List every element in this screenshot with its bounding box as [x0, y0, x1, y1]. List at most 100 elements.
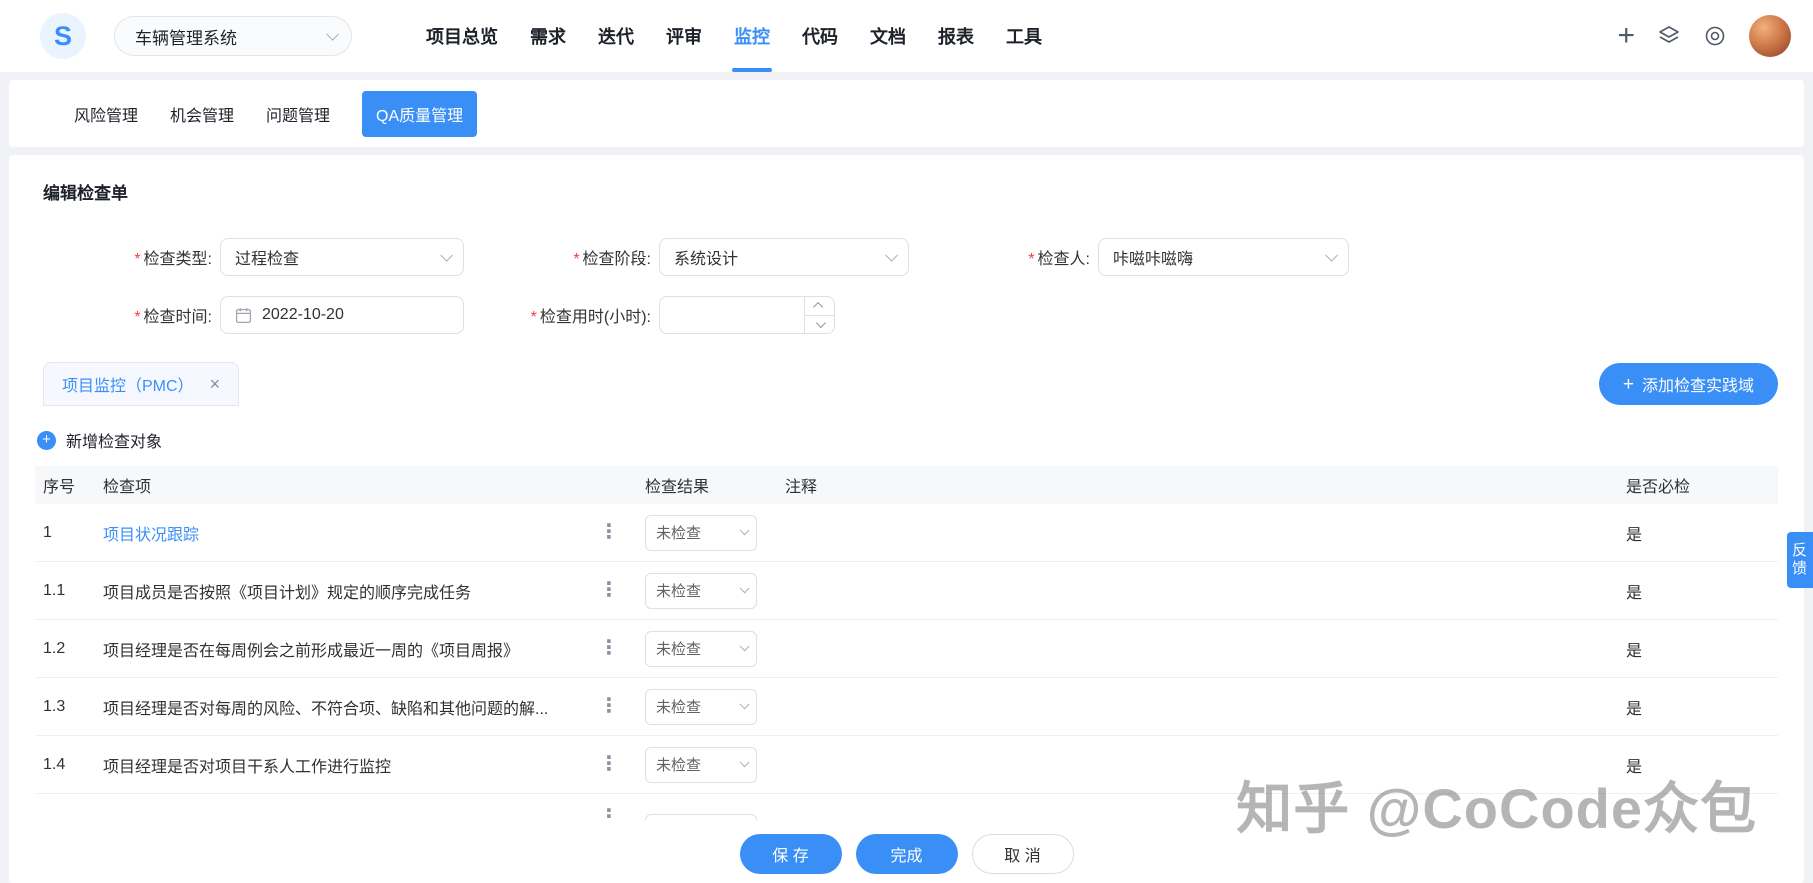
- user-avatar[interactable]: [1749, 15, 1791, 57]
- top-bar: S 车辆管理系统 项目总览 需求 迭代 评审 监控 代码 文档 报表 工具 +: [0, 0, 1813, 72]
- result-select[interactable]: [645, 814, 757, 820]
- chevron-down-icon: [739, 525, 750, 536]
- chevron-up-icon: [813, 302, 824, 313]
- tab-risk-management[interactable]: 风险管理: [74, 102, 138, 126]
- project-selector-value: 车辆管理系统: [135, 28, 237, 48]
- result-select[interactable]: 未检查: [645, 746, 757, 783]
- kebab-menu-icon[interactable]: ⋮: [599, 638, 619, 659]
- project-selector[interactable]: 车辆管理系统: [114, 16, 352, 56]
- number-spinner: [804, 297, 834, 333]
- result-select[interactable]: 未检查: [645, 514, 757, 551]
- table-row: 1 项目状况跟踪 ⋮ 未检查 是: [35, 504, 1778, 562]
- spinner-down-button[interactable]: [805, 316, 834, 334]
- required-cell: 是: [1626, 700, 1643, 718]
- result-select[interactable]: 未检查: [645, 572, 757, 609]
- form-row-2: * 检查时间: 2022-10-20 * 检查用时(小时):: [35, 296, 1778, 334]
- check-hours-input[interactable]: [660, 297, 800, 333]
- nav-item-code[interactable]: 代码: [786, 0, 854, 72]
- add-check-object-link[interactable]: + 新增检查对象: [37, 428, 162, 452]
- add-practice-area-button[interactable]: + 添加检查实践域: [1598, 363, 1778, 405]
- add-check-object-label: 新增检查对象: [66, 434, 163, 451]
- plus-circle-icon: +: [37, 430, 56, 450]
- check-item-link[interactable]: 项目状况跟踪: [95, 521, 595, 545]
- chevron-down-icon: [739, 757, 750, 768]
- nav-item-review[interactable]: 评审: [650, 0, 718, 72]
- tab-issue-management[interactable]: 问题管理: [266, 102, 330, 126]
- nav-item-monitoring[interactable]: 监控: [718, 0, 786, 72]
- kebab-menu-icon[interactable]: ⋮: [599, 696, 619, 717]
- kebab-menu-icon[interactable]: ⋮: [599, 522, 619, 543]
- table-row: 1.1 项目成员是否按照《项目计划》规定的顺序完成任务 ⋮ 未检查 是: [35, 562, 1778, 620]
- table-row: 1.3 项目经理是否对每周的风险、不符合项、缺陷和其他问题的解... ⋮ 未检查…: [35, 678, 1778, 736]
- nav-item-project-overview[interactable]: 项目总览: [410, 0, 514, 72]
- chevron-down-icon: [739, 583, 750, 594]
- cancel-button[interactable]: 取 消: [971, 834, 1074, 874]
- layers-icon[interactable]: [1657, 24, 1681, 48]
- required-asterisk: *: [530, 309, 537, 326]
- main-nav: 项目总览 需求 迭代 评审 监控 代码 文档 报表 工具: [410, 0, 1058, 72]
- required-asterisk: *: [134, 309, 141, 326]
- monitoring-subnav: 风险管理 机会管理 问题管理 QA质量管理: [9, 80, 1804, 147]
- row-number: 1.2: [43, 639, 66, 657]
- chevron-down-icon: [885, 248, 898, 262]
- feedback-tab[interactable]: 反馈: [1787, 532, 1813, 588]
- result-select[interactable]: 未检查: [645, 688, 757, 725]
- chevron-down-icon: [739, 699, 750, 710]
- calendar-icon: [235, 307, 252, 323]
- row-number: 1.3: [43, 697, 66, 715]
- complete-button[interactable]: 完成: [855, 834, 958, 874]
- checker-select[interactable]: 咔嗞咔嗞嗨: [1098, 238, 1349, 276]
- row-number: 1.4: [43, 755, 66, 773]
- app-logo[interactable]: S: [40, 13, 86, 59]
- check-type-label: * 检查类型:: [134, 251, 212, 268]
- row-number: 1.1: [43, 581, 66, 599]
- table-row: 1.2 项目经理是否在每周例会之前形成最近一周的《项目周报》 ⋮ 未检查 是: [35, 620, 1778, 678]
- check-date-value: 2022-10-20: [262, 306, 344, 323]
- check-stage-select[interactable]: 系统设计: [659, 238, 909, 276]
- col-header-note: 注释: [785, 479, 818, 496]
- tab-project-monitoring-pmc[interactable]: 项目监控（PMC） ×: [43, 362, 240, 406]
- col-header-no: 序号: [43, 479, 76, 496]
- kebab-menu-icon[interactable]: ⋮: [599, 754, 619, 775]
- check-date-picker[interactable]: 2022-10-20: [220, 296, 464, 334]
- check-type-value: 过程检查: [235, 251, 300, 268]
- check-item-text: 项目经理是否对每周的风险、不符合项、缺陷和其他问题的解...: [103, 700, 549, 718]
- tab-qa-quality-management[interactable]: QA质量管理: [362, 90, 478, 137]
- form-row-1: * 检查类型: 过程检查 * 检查阶段: 系统设计 * 检查人: 咔嗞咔嗞嗨: [35, 238, 1778, 276]
- check-item-text: 项目经理是否对项目干系人工作进行监控: [103, 758, 392, 776]
- check-stage-value: 系统设计: [674, 251, 739, 268]
- checklist-table: 序号 检查项 检查结果 注释 是否必检 1 项目状况跟踪 ⋮ 未检查 是 1.1…: [35, 466, 1778, 820]
- check-hours-label: * 检查用时(小时):: [530, 309, 651, 326]
- close-icon[interactable]: ×: [210, 375, 221, 393]
- kebab-menu-icon[interactable]: ⋮: [599, 580, 619, 601]
- practice-tab-label: 项目监控（PMC）: [62, 378, 194, 395]
- required-asterisk: *: [1028, 251, 1035, 268]
- required-asterisk: *: [134, 251, 141, 268]
- edit-checklist-panel: 编辑检查单 * 检查类型: 过程检查 * 检查阶段: 系统设计 * 检查人: 咔嗞咔嗞…: [9, 155, 1804, 883]
- row-number: 1: [43, 523, 52, 541]
- nav-item-documents[interactable]: 文档: [854, 0, 922, 72]
- tab-opportunity-management[interactable]: 机会管理: [170, 102, 234, 126]
- add-icon[interactable]: +: [1617, 21, 1635, 51]
- required-cell: 是: [1626, 758, 1643, 776]
- settings-icon[interactable]: [1703, 24, 1727, 48]
- col-header-item: 检查项: [103, 479, 152, 496]
- nav-item-reports[interactable]: 报表: [922, 0, 990, 72]
- check-type-select[interactable]: 过程检查: [220, 238, 464, 276]
- kebab-menu-icon[interactable]: ⋮: [599, 806, 619, 820]
- required-cell: 是: [1626, 584, 1643, 602]
- required-asterisk: *: [573, 251, 580, 268]
- spinner-up-button[interactable]: [805, 297, 834, 316]
- result-select[interactable]: 未检查: [645, 630, 757, 667]
- col-header-result: 检查结果: [645, 479, 710, 496]
- nav-item-tools[interactable]: 工具: [990, 0, 1058, 72]
- nav-item-requirements[interactable]: 需求: [514, 0, 582, 72]
- chevron-down-icon: [440, 248, 453, 262]
- save-button[interactable]: 保 存: [739, 834, 842, 874]
- plus-icon: +: [1622, 373, 1634, 395]
- logo-letter: S: [53, 20, 72, 51]
- nav-item-iteration[interactable]: 迭代: [582, 0, 650, 72]
- check-item-text: 项目成员是否按照《项目计划》规定的顺序完成任务: [103, 584, 472, 602]
- check-date-label: * 检查时间:: [134, 309, 212, 326]
- table-row: 1.4 项目经理是否对项目干系人工作进行监控 ⋮ 未检查 是: [35, 736, 1778, 794]
